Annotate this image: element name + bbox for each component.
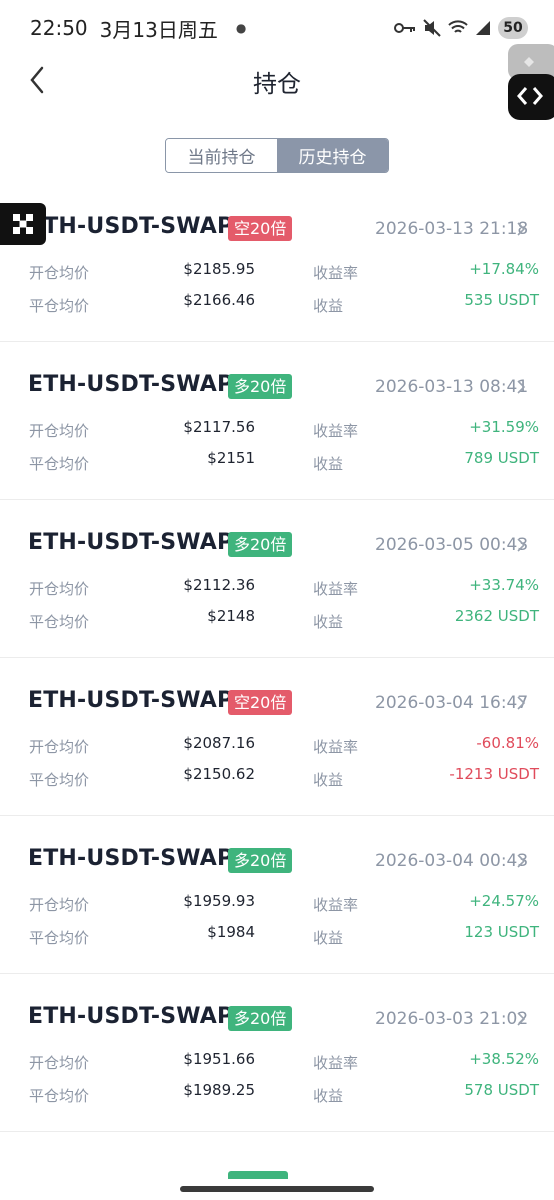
close-price-label: 平仓均价 — [29, 771, 90, 789]
pnl-label: 收益 — [313, 929, 344, 947]
open-price-label: 开仓均价 — [29, 264, 90, 282]
close-price-label: 平仓均价 — [29, 929, 90, 947]
return-rate-value: +31.59% — [469, 418, 539, 436]
leverage-badge: 空20倍 — [228, 690, 293, 715]
open-price-value: $1959.93 — [183, 892, 255, 910]
return-rate-label: 收益率 — [313, 422, 359, 440]
next-badge-peek — [228, 1171, 288, 1179]
floating-widget[interactable] — [504, 44, 554, 120]
pnl-label: 收益 — [313, 771, 344, 789]
open-price-value: $2112.36 — [183, 576, 255, 594]
close-timestamp: 2026-03-04 16:47 — [375, 693, 529, 713]
chevron-right-icon[interactable] — [516, 380, 526, 394]
position-card[interactable]: ETH-USDT-SWAP 空20倍 2026-03-13 21:18 开仓均价… — [0, 184, 554, 342]
return-rate-label: 收益率 — [313, 264, 359, 282]
close-price-label: 平仓均价 — [29, 455, 90, 473]
pair-name: ETH-USDT-SWAP — [28, 214, 234, 239]
pair-name: ETH-USDT-SWAP — [28, 372, 234, 397]
pnl-label: 收益 — [313, 1087, 344, 1105]
open-price-value: $1951.66 — [183, 1050, 255, 1068]
close-price-value: $2151 — [207, 449, 255, 467]
open-price-label: 开仓均价 — [29, 580, 90, 598]
position-card[interactable]: ETH-USDT-SWAP 多20倍 2026-03-03 21:02 开仓均价… — [0, 974, 554, 1132]
close-timestamp: 2026-03-03 21:02 — [375, 1009, 529, 1029]
open-price-label: 开仓均价 — [29, 1054, 90, 1072]
close-price-value: $1989.25 — [183, 1081, 255, 1099]
return-rate-value: +38.52% — [469, 1050, 539, 1068]
leverage-badge: 多20倍 — [228, 848, 293, 873]
status-time: 22:50 — [30, 16, 88, 40]
pnl-value: -1213 USDT — [449, 765, 539, 783]
open-price-value: $2087.16 — [183, 734, 255, 752]
return-rate-value: +24.57% — [469, 892, 539, 910]
close-price-value: $2166.46 — [183, 291, 255, 309]
pair-name: ETH-USDT-SWAP — [28, 846, 234, 871]
chevron-right-icon[interactable] — [516, 222, 526, 236]
close-price-label: 平仓均价 — [29, 1087, 90, 1105]
pair-name: ETH-USDT-SWAP — [28, 688, 234, 713]
pnl-value: 578 USDT — [464, 1081, 539, 1099]
battery-indicator: 50 — [498, 17, 528, 39]
return-rate-label: 收益率 — [313, 1054, 359, 1072]
close-price-value: $1984 — [207, 923, 255, 941]
pnl-value: 789 USDT — [464, 449, 539, 467]
close-price-label: 平仓均价 — [29, 613, 90, 631]
nav-bar: 持仓 — [0, 56, 554, 106]
chevron-right-icon[interactable] — [516, 854, 526, 868]
chevron-right-icon[interactable] — [516, 538, 526, 552]
return-rate-label: 收益率 — [313, 896, 359, 914]
pnl-value: 123 USDT — [464, 923, 539, 941]
pnl-label: 收益 — [313, 455, 344, 473]
notification-dot-icon: ● — [235, 21, 247, 35]
open-price-value: $2185.95 — [183, 260, 255, 278]
home-indicator[interactable] — [180, 1186, 374, 1192]
open-price-label: 开仓均价 — [29, 896, 90, 914]
open-price-label: 开仓均价 — [29, 738, 90, 756]
close-timestamp: 2026-03-04 00:43 — [375, 851, 529, 871]
close-price-value: $2148 — [207, 607, 255, 625]
position-card[interactable]: ETH-USDT-SWAP 多20倍 2026-03-04 00:43 开仓均价… — [0, 816, 554, 974]
chevron-right-icon[interactable] — [516, 696, 526, 710]
position-card[interactable]: ETH-USDT-SWAP 空20倍 2026-03-04 16:47 开仓均价… — [0, 658, 554, 816]
status-icons: 50 — [394, 17, 528, 39]
signal-icon — [476, 21, 490, 35]
status-bar: 22:50 3月13日周五 ● 50 — [0, 0, 554, 56]
leverage-badge: 多20倍 — [228, 1006, 293, 1031]
close-timestamp: 2026-03-13 21:18 — [375, 219, 529, 239]
close-timestamp: 2026-03-05 00:43 — [375, 535, 529, 555]
page-title: 持仓 — [253, 70, 301, 98]
return-rate-value: +33.74% — [469, 576, 539, 594]
pnl-label: 收益 — [313, 613, 344, 631]
close-price-label: 平仓均价 — [29, 297, 90, 315]
wifi-icon — [448, 20, 468, 33]
pnl-label: 收益 — [313, 297, 344, 315]
return-rate-value: +17.84% — [469, 260, 539, 278]
pair-name: ETH-USDT-SWAP — [28, 530, 234, 555]
x-logo-icon[interactable] — [0, 203, 46, 245]
return-rate-value: -60.81% — [476, 734, 539, 752]
return-rate-label: 收益率 — [313, 738, 359, 756]
position-tabs: 当前持仓 历史持仓 — [165, 138, 389, 173]
mute-icon — [423, 19, 441, 37]
leverage-badge: 空20倍 — [228, 216, 293, 241]
position-list: ETH-USDT-SWAP 空20倍 2026-03-13 21:18 开仓均价… — [0, 184, 554, 1132]
key-icon — [394, 23, 415, 33]
status-date: 3月13日周五 — [99, 17, 218, 42]
position-card[interactable]: ETH-USDT-SWAP 多20倍 2026-03-13 08:41 开仓均价… — [0, 342, 554, 500]
close-price-value: $2150.62 — [183, 765, 255, 783]
pnl-value: 535 USDT — [464, 291, 539, 309]
close-timestamp: 2026-03-13 08:41 — [375, 377, 529, 397]
open-price-value: $2117.56 — [183, 418, 255, 436]
pair-name: ETH-USDT-SWAP — [28, 1004, 234, 1029]
leverage-badge: 多20倍 — [228, 532, 293, 557]
tab-history-positions[interactable]: 历史持仓 — [277, 139, 388, 172]
position-card[interactable]: ETH-USDT-SWAP 多20倍 2026-03-05 00:43 开仓均价… — [0, 500, 554, 658]
leverage-badge: 多20倍 — [228, 374, 293, 399]
open-price-label: 开仓均价 — [29, 422, 90, 440]
pnl-value: 2362 USDT — [454, 607, 539, 625]
tab-current-positions[interactable]: 当前持仓 — [166, 139, 277, 172]
chevron-right-icon[interactable] — [516, 1012, 526, 1026]
return-rate-label: 收益率 — [313, 580, 359, 598]
